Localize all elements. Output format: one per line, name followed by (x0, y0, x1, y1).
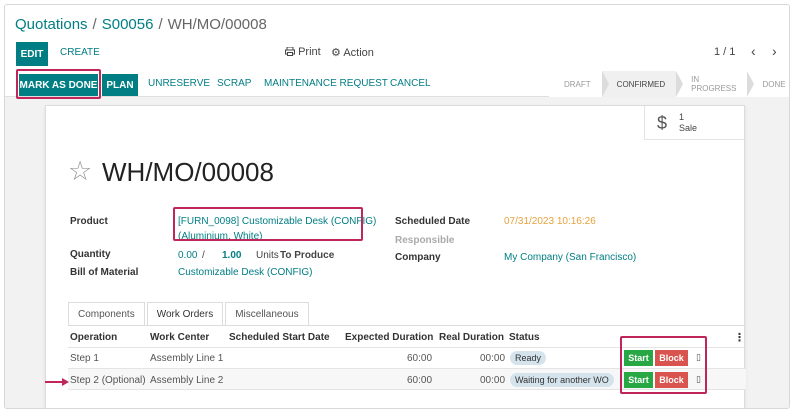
column-real-duration[interactable]: Real Duration (439, 332, 504, 343)
responsible-label: Responsible (395, 235, 455, 246)
breadcrumb-sale-order[interactable]: S00056 (102, 16, 154, 33)
row-real-duration: 00:00 (480, 353, 506, 364)
sale-count: 1 (679, 112, 685, 122)
quantity-total[interactable]: 1.00 (222, 250, 241, 261)
notebook-tabs: Components Work Orders Miscellaneous (68, 302, 311, 326)
action-label: Action (343, 47, 374, 59)
scheduled-date-label: Scheduled Date (395, 216, 471, 227)
sale-label: Sale (679, 123, 698, 133)
star-icon[interactable]: ☆ (68, 156, 92, 187)
stage-draft[interactable]: DRAFT (549, 71, 609, 97)
app-window: Quotations / S00056/WH/MO/00008 EDIT CREAT… (4, 4, 790, 409)
quantity-label: Quantity (70, 249, 111, 260)
dollar-icon: $ (657, 113, 668, 133)
tab-components[interactable]: Components (68, 302, 145, 326)
record-title: WH/MO/00008 (102, 157, 274, 187)
column-options-icon[interactable]: ⋮ (734, 331, 745, 344)
row-operation: Step 1 (70, 353, 99, 364)
create-button[interactable]: CREATE (60, 47, 100, 58)
breadcrumb-quotations[interactable]: Quotations (15, 16, 88, 33)
pager-value[interactable]: 1 / 1 (714, 46, 735, 58)
status-badge: Waiting for another WO (510, 373, 614, 387)
print-label: Print (298, 46, 321, 58)
status-badge: Ready (510, 351, 547, 365)
row-work-center: Assembly Line 2 (150, 375, 224, 386)
quantity-suffix: To Produce (280, 250, 335, 261)
row-operation: Step 2 (Optional) (70, 375, 146, 386)
tab-divider (68, 325, 746, 326)
plan-button[interactable]: PLAN (102, 74, 138, 96)
chevron-left-icon[interactable]: ‹ (751, 43, 756, 59)
gear-icon: ⚙ (331, 47, 341, 59)
row-expected-duration: 60:00 (407, 353, 433, 364)
highlight-mark-as-done (16, 69, 101, 99)
arrow-head-icon (62, 378, 69, 386)
status-bar: DRAFT CONFIRMED IN PROGRESS DONE (549, 71, 789, 97)
cancel-button[interactable]: CANCEL (390, 78, 431, 89)
row-expected-duration: 60:00 (407, 375, 433, 386)
scrap-button[interactable]: SCRAP (217, 78, 251, 89)
print-button[interactable]: Print (285, 46, 321, 58)
bom-label: Bill of Material (70, 267, 139, 278)
quantity-separator: / (202, 250, 205, 261)
column-expected-duration[interactable]: Expected Duration (345, 332, 433, 343)
unreserve-button[interactable]: UNRESERVE (148, 78, 210, 89)
column-work-center[interactable]: Work Center (150, 332, 209, 343)
stage-in-progress[interactable]: IN PROGRESS (676, 71, 755, 97)
product-label: Product (70, 216, 108, 227)
company-label: Company (395, 252, 441, 263)
company-value[interactable]: My Company (San Francisco) (504, 252, 636, 263)
printer-icon (285, 46, 295, 56)
column-status[interactable]: Status (509, 332, 540, 343)
chevron-right-icon[interactable]: › (772, 43, 777, 59)
column-operation[interactable]: Operation (70, 332, 117, 343)
scheduled-date-value[interactable]: 07/31/2023 10:16:26 (504, 216, 596, 227)
breadcrumb-separator: / (92, 16, 97, 33)
maintenance-request-button[interactable]: MAINTENANCE REQUEST (264, 78, 388, 89)
sale-smart-button[interactable]: $ 1 Sale (644, 106, 744, 140)
row-work-center: Assembly Line 1 (150, 353, 224, 364)
quantity-uom: Units (256, 250, 279, 261)
breadcrumb: Quotations / S00056/WH/MO/00008 (15, 16, 267, 33)
control-panel: Quotations / S00056/WH/MO/00008 EDIT CREAT… (5, 5, 789, 97)
quantity-done[interactable]: 0.00 (178, 250, 197, 261)
breadcrumb-current: WH/MO/00008 (167, 16, 267, 33)
annotation-arrow (45, 381, 63, 383)
stage-confirmed[interactable]: CONFIRMED (601, 71, 684, 97)
action-button[interactable]: ⚙ Action (331, 46, 374, 59)
bom-value[interactable]: Customizable Desk (CONFIG) (178, 267, 312, 278)
tab-miscellaneous[interactable]: Miscellaneous (225, 302, 309, 326)
tab-work-orders[interactable]: Work Orders (146, 302, 224, 326)
highlight-product (173, 207, 363, 241)
highlight-wo-buttons (620, 336, 707, 394)
breadcrumb-separator: / (158, 16, 163, 33)
edit-button[interactable]: EDIT (16, 42, 48, 66)
row-real-duration: 00:00 (480, 375, 506, 386)
column-scheduled-start[interactable]: Scheduled Start Date (229, 332, 330, 343)
